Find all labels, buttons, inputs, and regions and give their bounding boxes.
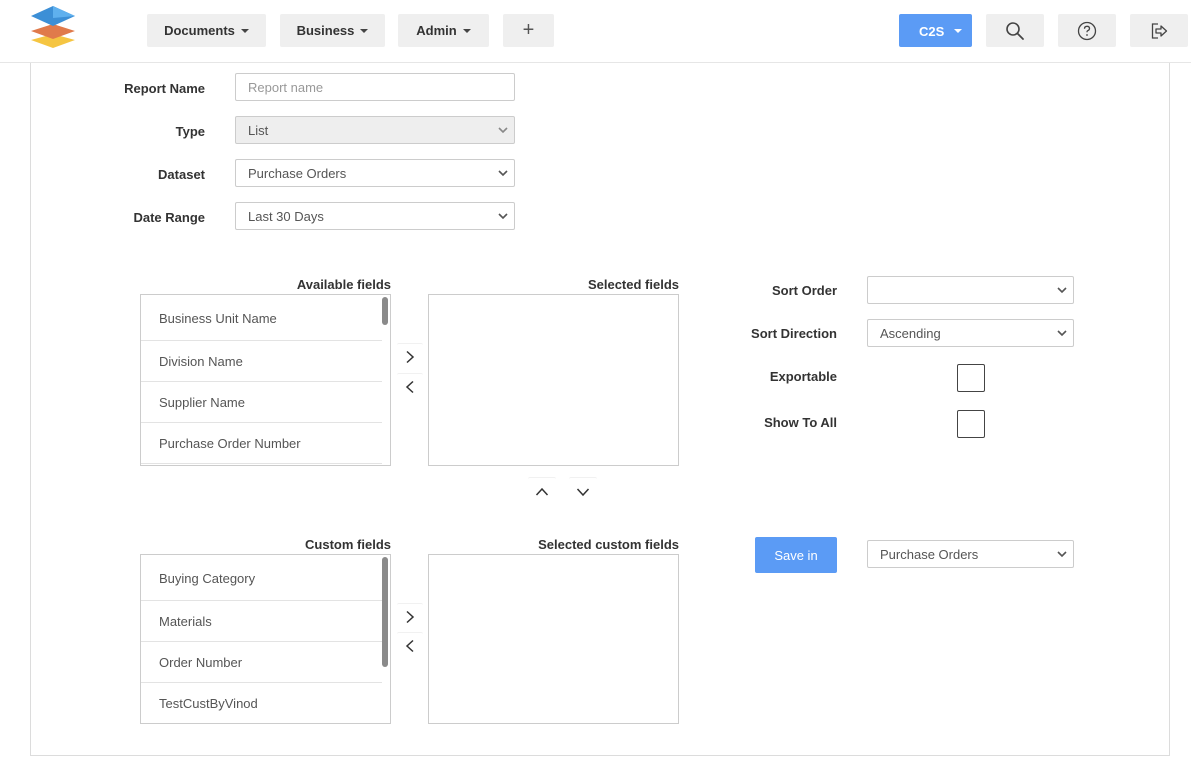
selected-fields-title: Selected fields (587, 277, 679, 292)
selected-custom-fields-list[interactable] (428, 554, 679, 724)
caret-down-icon (240, 28, 249, 33)
report-name-label: Report Name (124, 81, 205, 96)
logout-icon (1151, 22, 1168, 39)
admin-menu-button[interactable]: Admin (398, 14, 489, 47)
sort-order-select[interactable] (867, 276, 1074, 304)
list-item[interactable]: Business Unit Name (141, 295, 382, 341)
app-logo-icon[interactable] (28, 4, 78, 48)
custom-fields-title: Custom fields (305, 537, 391, 552)
caret-down-icon (360, 28, 369, 33)
list-item[interactable]: Materials (141, 601, 382, 642)
admin-menu-label: Admin (416, 23, 457, 38)
list-item[interactable]: Division Name (141, 341, 382, 382)
logout-button[interactable] (1130, 14, 1188, 47)
chevron-down-icon (498, 213, 508, 220)
help-icon (1077, 21, 1097, 40)
move-down-button[interactable] (569, 477, 597, 505)
move-up-button[interactable] (528, 477, 556, 505)
chevron-down-icon (498, 127, 508, 134)
documents-menu-label: Documents (164, 23, 235, 38)
caret-down-icon (954, 29, 962, 33)
add-button[interactable]: + (503, 14, 554, 47)
chevron-up-icon (535, 487, 549, 496)
list-item[interactable]: Purchase Order Number (141, 423, 382, 464)
custom-fields-list[interactable]: Buying Category Materials Order Number T… (140, 554, 391, 724)
chevron-down-icon (1057, 551, 1067, 558)
chevron-left-icon (405, 639, 414, 652)
save-in-select-value: Purchase Orders (880, 547, 979, 562)
remove-field-button[interactable] (397, 373, 423, 399)
dataset-select-value: Purchase Orders (248, 166, 347, 181)
dataset-label: Dataset (158, 167, 205, 182)
chevron-down-icon (576, 487, 590, 496)
chevron-left-icon (405, 380, 414, 393)
list-item[interactable]: Order Number (141, 642, 382, 683)
remove-custom-field-button[interactable] (397, 632, 423, 658)
date-range-select-value: Last 30 Days (248, 209, 324, 224)
add-field-button[interactable] (397, 343, 423, 369)
report-name-input[interactable] (235, 73, 515, 101)
plus-icon: + (522, 19, 535, 41)
sort-order-label: Sort Order (771, 283, 837, 298)
available-fields-list[interactable]: Business Unit Name Division Name Supplie… (140, 294, 391, 466)
documents-menu-button[interactable]: Documents (147, 14, 266, 47)
type-label: Type (175, 124, 205, 139)
exportable-checkbox[interactable] (957, 364, 985, 392)
selected-custom-fields-title: Selected custom fields (538, 537, 679, 552)
top-navigation-bar: Documents Business Admin + C2S (0, 0, 1191, 63)
save-in-button-label: Save in (774, 547, 818, 563)
chevron-right-icon (406, 610, 415, 623)
date-range-select[interactable]: Last 30 Days (235, 202, 515, 230)
list-item[interactable]: TestCustByVinod (141, 683, 382, 723)
search-button[interactable] (986, 14, 1044, 47)
save-in-select[interactable]: Purchase Orders (867, 540, 1074, 568)
search-icon (1006, 21, 1024, 40)
type-select[interactable]: List (235, 116, 515, 144)
list-item[interactable]: Supplier Name (141, 382, 382, 423)
sort-direction-select[interactable]: Ascending (867, 319, 1074, 347)
help-button[interactable] (1058, 14, 1116, 47)
list-item[interactable]: Buying Category (141, 555, 382, 601)
sort-direction-label: Sort Direction (751, 326, 837, 341)
show-to-all-label: Show To All (764, 415, 837, 430)
date-range-label: Date Range (133, 210, 205, 225)
chevron-right-icon (406, 350, 415, 363)
show-to-all-checkbox[interactable] (957, 410, 985, 438)
user-menu-label: C2S (919, 24, 945, 39)
chevron-down-icon (1057, 330, 1067, 337)
scrollbar-thumb[interactable] (382, 297, 388, 325)
available-fields-title: Available fields (296, 277, 391, 292)
caret-down-icon (462, 28, 471, 33)
business-menu-label: Business (296, 23, 355, 38)
exportable-label: Exportable (769, 369, 837, 384)
scrollbar-thumb[interactable] (382, 557, 388, 667)
type-select-value: List (248, 123, 269, 138)
selected-fields-list[interactable] (428, 294, 679, 466)
sort-direction-select-value: Ascending (880, 326, 941, 341)
chevron-down-icon (1057, 287, 1067, 294)
user-menu-button[interactable]: C2S (899, 14, 972, 47)
business-menu-button[interactable]: Business (280, 14, 385, 47)
save-in-button[interactable]: Save in (755, 537, 837, 573)
chevron-down-icon (498, 170, 508, 177)
add-custom-field-button[interactable] (397, 603, 423, 629)
dataset-select[interactable]: Purchase Orders (235, 159, 515, 187)
